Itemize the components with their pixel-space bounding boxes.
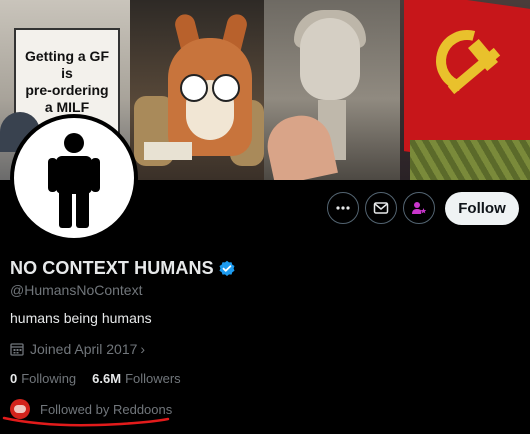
banner-plaque <box>144 142 192 160</box>
squirrel-eye <box>212 74 240 102</box>
followers-link[interactable]: 6.6M Followers <box>92 371 181 386</box>
banner-fries <box>410 140 530 180</box>
verified-icon[interactable] <box>218 260 236 278</box>
followers-label: Followers <box>125 371 181 386</box>
person-silhouette-icon <box>48 133 100 228</box>
profile-avatar[interactable] <box>10 114 138 242</box>
joined-text: Joined April 2017 <box>30 341 138 357</box>
sign-line: is <box>61 65 73 81</box>
joined-date[interactable]: Joined April 2017 › <box>10 341 145 357</box>
following-count: 0 <box>10 371 18 386</box>
following-link[interactable]: 0 Following <box>10 371 76 386</box>
squirrel-eye <box>180 74 208 102</box>
message-icon <box>373 202 389 214</box>
follow-button[interactable]: Follow <box>445 192 519 225</box>
message-button[interactable] <box>365 192 397 224</box>
followers-count: 6.6M <box>92 371 122 386</box>
display-name: NO CONTEXT HUMANS <box>10 258 214 278</box>
annotation-underline <box>2 416 170 427</box>
follow-stats: 0 Following 6.6M Followers <box>10 371 181 386</box>
more-options-button[interactable] <box>327 192 359 224</box>
more-icon <box>336 206 350 210</box>
following-label: Following <box>21 371 77 386</box>
profile-handle: @HumansNoContext <box>10 282 143 298</box>
subscribe-button[interactable] <box>403 192 435 224</box>
subscribe-icon <box>412 202 427 214</box>
profile-name-row: NO CONTEXT HUMANS <box>10 258 236 279</box>
sign-line: pre-ordering <box>25 82 109 98</box>
sign-line: Getting a GF <box>25 48 109 64</box>
profile-bio: humans being humans <box>10 310 152 326</box>
bust-head <box>300 18 360 100</box>
chevron-right-icon: › <box>140 341 146 357</box>
calendar-icon <box>10 343 24 356</box>
